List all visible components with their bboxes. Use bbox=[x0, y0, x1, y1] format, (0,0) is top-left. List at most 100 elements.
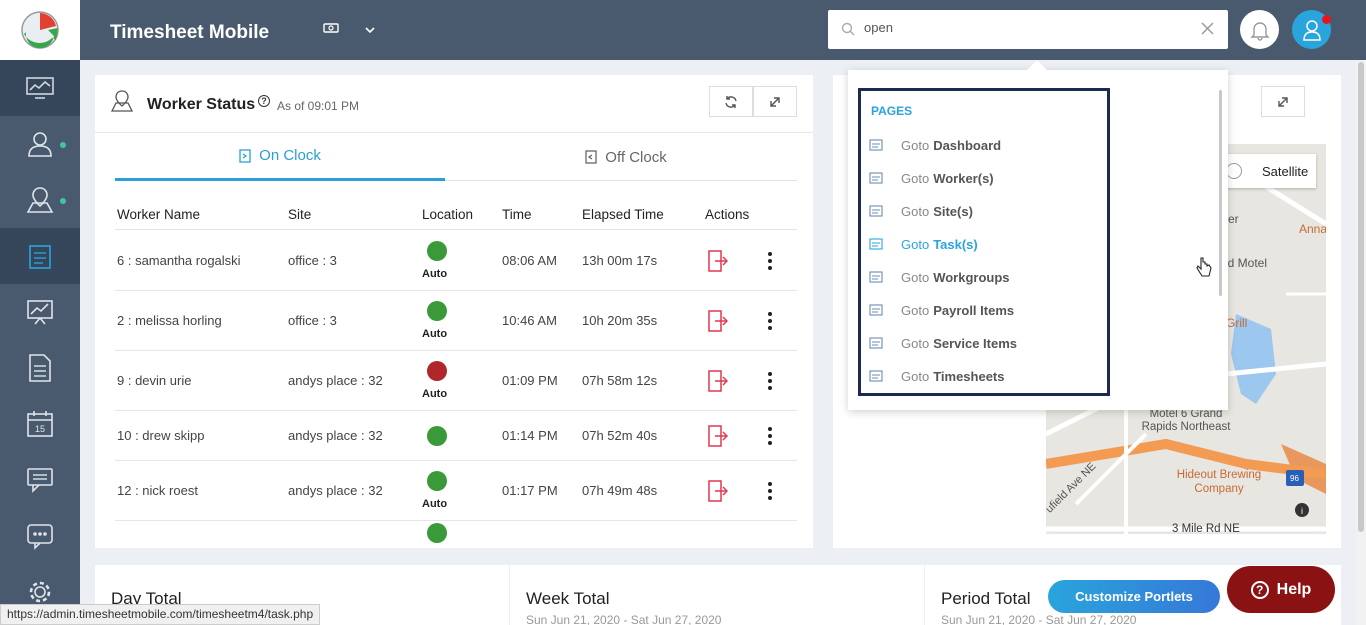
sidebar-item-dashboard[interactable] bbox=[0, 60, 80, 116]
globe-icon[interactable] bbox=[427, 426, 447, 446]
notifications-button[interactable] bbox=[1240, 10, 1279, 49]
elapsed-time: 07h 58m 12s bbox=[582, 373, 658, 388]
more-options-icon[interactable] bbox=[767, 426, 773, 449]
column-header: Site bbox=[288, 207, 312, 222]
globe-icon[interactable] bbox=[427, 471, 447, 491]
goto-item[interactable]: Goto Task(s) bbox=[869, 234, 1105, 254]
table-header: Worker Name Site Location Time Elapsed T… bbox=[115, 196, 797, 230]
money-icon bbox=[323, 22, 343, 37]
currency-selector[interactable] bbox=[323, 22, 375, 37]
sidebar-item-messages[interactable] bbox=[0, 452, 80, 508]
svg-text:i: i bbox=[1301, 506, 1303, 516]
column-header: Time bbox=[502, 207, 532, 222]
sidebar-item-sites[interactable] bbox=[0, 172, 80, 228]
refresh-button[interactable] bbox=[709, 86, 753, 117]
sidebar-item-documents[interactable] bbox=[0, 340, 80, 396]
panel-title: Worker Status bbox=[147, 96, 256, 113]
user-icon bbox=[1302, 19, 1321, 41]
goto-target: Site(s) bbox=[933, 203, 973, 219]
goto-target: Payroll Items bbox=[933, 302, 1015, 318]
more-options-icon[interactable] bbox=[767, 371, 773, 394]
help-circle-icon[interactable]: ? bbox=[258, 95, 270, 107]
page-icon bbox=[869, 271, 883, 283]
logo-icon bbox=[21, 11, 59, 49]
card-title: Period Total bbox=[941, 589, 1031, 608]
more-options-icon[interactable] bbox=[767, 311, 773, 334]
table-row[interactable]: 2 : melissa horling office : 3 Auto 10:46 A… bbox=[115, 291, 797, 351]
expand-button[interactable] bbox=[753, 86, 797, 117]
clock-in-time: 08:06 AM bbox=[502, 253, 557, 268]
globe-icon[interactable] bbox=[427, 361, 447, 381]
goto-prefix: Goto bbox=[901, 236, 930, 252]
page-icon bbox=[869, 172, 883, 184]
map-label: Grill bbox=[1226, 316, 1248, 330]
globe-icon[interactable] bbox=[427, 301, 447, 321]
table-row[interactable]: 6 : samantha rogalski office : 3 Auto 08:06… bbox=[115, 231, 797, 291]
sidebar-item-reports[interactable] bbox=[0, 284, 80, 340]
chart-board-icon bbox=[27, 300, 53, 325]
page-icon bbox=[869, 370, 883, 382]
clock-out-icon[interactable] bbox=[708, 425, 729, 450]
clock-out-icon[interactable] bbox=[708, 250, 729, 275]
clock-out-icon[interactable] bbox=[708, 370, 729, 395]
page-icon bbox=[869, 337, 883, 349]
caret-icon bbox=[1027, 60, 1047, 80]
document-icon bbox=[29, 354, 51, 382]
as-of-time: As of 09:01 PM bbox=[277, 99, 360, 113]
sidebar-item-workers[interactable] bbox=[0, 116, 80, 172]
site-name: office : 3 bbox=[288, 253, 337, 268]
user-profile-button[interactable] bbox=[1292, 10, 1331, 49]
elapsed-time: 07h 52m 40s bbox=[582, 428, 658, 443]
goto-item[interactable]: Goto Payroll Items bbox=[869, 300, 1105, 320]
help-button[interactable]: ? Help bbox=[1227, 566, 1335, 613]
notification-dot bbox=[60, 198, 66, 204]
goto-item[interactable]: Goto Service Items bbox=[869, 333, 1105, 353]
goto-item[interactable]: Goto Site(s) bbox=[869, 201, 1105, 221]
app-title: Timesheet Mobile bbox=[110, 22, 270, 43]
tab-on-clock[interactable]: On Clock bbox=[115, 133, 445, 181]
sidebar-item-sms[interactable] bbox=[0, 508, 80, 564]
browser-status-url: https://admin.timesheetmobile.com/timesh… bbox=[0, 604, 321, 625]
search-box[interactable] bbox=[828, 10, 1228, 49]
globe-icon[interactable] bbox=[427, 241, 447, 261]
table-row[interactable]: 9 : devin urie andys place : 32 Auto 01:09 … bbox=[115, 351, 797, 411]
dropdown-scrollbar[interactable] bbox=[1219, 90, 1222, 296]
elapsed-time: 07h 49m 48s bbox=[582, 483, 658, 498]
customize-portlets-button[interactable]: Customize Portlets bbox=[1048, 580, 1220, 613]
more-options-icon[interactable] bbox=[767, 251, 773, 274]
app-logo[interactable] bbox=[0, 0, 80, 60]
clock-tabs: On Clock Off Clock bbox=[115, 133, 797, 181]
site-name: andys place : 32 bbox=[288, 373, 383, 388]
goto-item[interactable]: Goto Workgroups bbox=[869, 267, 1105, 287]
goto-item[interactable]: Goto Dashboard bbox=[869, 135, 1105, 155]
satellite-label: Satellite bbox=[1262, 163, 1309, 179]
search-input[interactable] bbox=[864, 20, 1184, 35]
page-icon bbox=[869, 205, 883, 217]
worker-name: 2 : melissa horling bbox=[117, 313, 222, 328]
table-row[interactable]: 10 : drew skipp andys place : 32 01:14 PM 0… bbox=[115, 411, 797, 461]
tab-off-clock[interactable]: Off Clock bbox=[455, 133, 797, 181]
goto-target: Dashboard bbox=[933, 137, 1002, 153]
clock-out-icon[interactable] bbox=[708, 480, 729, 505]
panel-header: Worker Status ? As of 09:01 PM bbox=[95, 75, 813, 133]
tab-label: On Clock bbox=[259, 147, 321, 164]
message-dots-icon bbox=[27, 524, 53, 550]
table-row[interactable] bbox=[115, 511, 797, 548]
more-options-icon[interactable] bbox=[767, 481, 773, 504]
expand-button[interactable] bbox=[1261, 86, 1305, 117]
results-box: PAGES Goto Dashboard Goto Worker(s) Goto Site… bbox=[858, 88, 1110, 396]
expand-icon bbox=[1278, 96, 1288, 107]
goto-item[interactable]: Goto Worker(s) bbox=[869, 168, 1105, 188]
goto-item[interactable]: Goto Timesheets bbox=[869, 366, 1105, 386]
chat-icon bbox=[27, 468, 53, 493]
goto-prefix: Goto bbox=[901, 302, 930, 318]
goto-prefix: Goto bbox=[901, 269, 930, 285]
sidebar-item-calendar[interactable]: 15 bbox=[0, 396, 80, 452]
scrollbar-thumb[interactable] bbox=[1358, 62, 1364, 532]
sidebar-item-tasks[interactable] bbox=[0, 228, 80, 284]
page-scrollbar[interactable] bbox=[1356, 60, 1366, 625]
clock-out-icon[interactable] bbox=[708, 310, 729, 335]
satellite-toggle[interactable]: Satellite bbox=[1216, 154, 1316, 188]
clear-search-icon[interactable] bbox=[1201, 22, 1214, 40]
map-label: 96 bbox=[1290, 474, 1299, 483]
